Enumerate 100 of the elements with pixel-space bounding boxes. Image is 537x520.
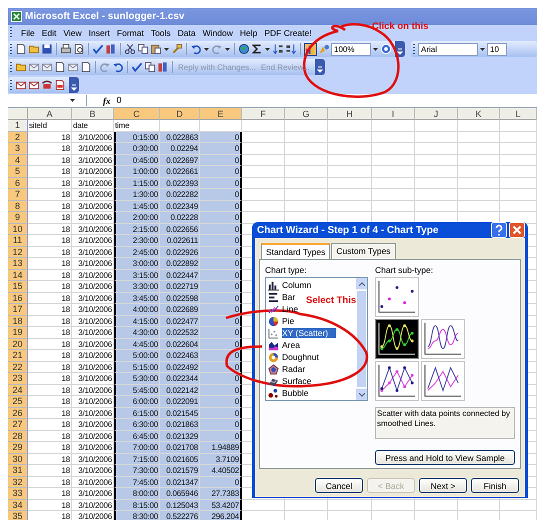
undo-icon[interactable] bbox=[190, 43, 202, 55]
toolbar-grip-handle[interactable] bbox=[10, 44, 12, 54]
menu-item[interactable]: Format bbox=[116, 28, 144, 38]
books-icon[interactable] bbox=[157, 61, 169, 73]
row-header[interactable]: 28 bbox=[8, 430, 28, 442]
row-header[interactable]: 17 bbox=[8, 304, 28, 316]
row-header[interactable]: 32 bbox=[8, 476, 28, 488]
drawing-icon[interactable] bbox=[318, 43, 330, 55]
scissors-icon[interactable] bbox=[124, 43, 136, 55]
sheet-heading[interactable]: G bbox=[285, 108, 328, 120]
row-header[interactable]: 29 bbox=[8, 442, 28, 454]
row-header[interactable]: 18 bbox=[8, 316, 28, 327]
list-item[interactable]: Bar bbox=[266, 291, 296, 303]
sheet-heading[interactable]: J bbox=[415, 108, 458, 120]
row-header[interactable]: 13 bbox=[8, 258, 28, 270]
brush-icon[interactable] bbox=[171, 43, 183, 55]
sheet-heading[interactable]: B bbox=[72, 108, 114, 120]
menu-item[interactable]: Tools bbox=[150, 28, 171, 38]
document-icon[interactable] bbox=[54, 61, 66, 73]
telephone-icon[interactable] bbox=[41, 79, 53, 91]
dropdown-arrow-icon[interactable] bbox=[225, 48, 230, 50]
dialog-button[interactable]: Cancel bbox=[315, 478, 363, 493]
list-item[interactable]: Pie bbox=[266, 315, 294, 327]
list-item[interactable]: Surface bbox=[266, 375, 312, 387]
toolbar-grip-handle[interactable] bbox=[413, 44, 415, 54]
row-header[interactable]: 33 bbox=[8, 488, 28, 500]
sheet-heading[interactable]: C bbox=[114, 108, 160, 120]
row-header[interactable]: 34 bbox=[8, 500, 28, 511]
row-header[interactable]: 31 bbox=[8, 465, 28, 476]
envelope-icon[interactable] bbox=[67, 61, 79, 73]
dropdown-arrow-icon[interactable] bbox=[265, 48, 270, 50]
row-header[interactable]: 19 bbox=[8, 327, 28, 338]
row-header[interactable]: 16 bbox=[8, 292, 28, 304]
copy-icon[interactable] bbox=[137, 43, 149, 55]
row-header[interactable]: 20 bbox=[8, 338, 28, 350]
sheet-heading[interactable]: L bbox=[500, 108, 537, 120]
list-item[interactable]: Column bbox=[266, 279, 312, 291]
function-label[interactable]: fx bbox=[87, 96, 114, 106]
sheet-heading[interactable]: D bbox=[160, 108, 200, 120]
books-icon[interactable] bbox=[105, 43, 117, 55]
scroll-up-button[interactable] bbox=[356, 278, 367, 289]
list-item[interactable]: Bubble bbox=[266, 387, 308, 399]
sheet-heading[interactable]: H bbox=[328, 108, 372, 120]
row-header[interactable]: 25 bbox=[8, 396, 28, 408]
document-icon[interactable] bbox=[15, 43, 27, 55]
row-header[interactable]: 12 bbox=[8, 246, 28, 258]
row-header[interactable]: 6 bbox=[8, 178, 28, 189]
document-icon[interactable] bbox=[54, 79, 66, 91]
row-header[interactable]: 1 bbox=[8, 120, 28, 132]
printer-icon[interactable] bbox=[60, 43, 72, 55]
row-header[interactable]: 26 bbox=[8, 408, 28, 419]
row-header[interactable]: 24 bbox=[8, 384, 28, 396]
chart-subtype-option[interactable] bbox=[421, 319, 465, 359]
folder-icon[interactable] bbox=[15, 61, 27, 73]
row-header[interactable]: 23 bbox=[8, 373, 28, 384]
sheet-heading[interactable]: A bbox=[28, 108, 72, 120]
scrollbar-thumb[interactable] bbox=[356, 290, 367, 388]
folder-icon[interactable] bbox=[28, 43, 40, 55]
close-icon[interactable] bbox=[509, 222, 525, 238]
envelope-icon[interactable] bbox=[28, 79, 40, 91]
sort-ascending-icon[interactable] bbox=[272, 43, 284, 55]
dialog-button[interactable]: Next > bbox=[419, 478, 467, 493]
clipboard-icon[interactable] bbox=[150, 43, 162, 55]
toolbar-grip-handle[interactable] bbox=[10, 27, 12, 38]
menu-item[interactable]: Help bbox=[240, 28, 258, 38]
row-header[interactable]: 4 bbox=[8, 154, 28, 166]
font-size-field[interactable]: 10 bbox=[487, 42, 507, 56]
row-header[interactable]: 30 bbox=[8, 454, 28, 465]
toolbar-grip-handle[interactable] bbox=[10, 62, 12, 72]
zoom-field[interactable]: 100% bbox=[331, 42, 371, 56]
toolbar-options-icon[interactable] bbox=[69, 77, 79, 93]
list-item[interactable]: Area bbox=[266, 339, 300, 351]
copy-icon[interactable] bbox=[144, 61, 156, 73]
row-header[interactable]: 10 bbox=[8, 224, 28, 235]
sort-descending-icon[interactable] bbox=[285, 43, 297, 55]
row-header[interactable]: 21 bbox=[8, 350, 28, 362]
font-field[interactable]: Arial bbox=[418, 42, 478, 56]
dialog-button[interactable]: Finish bbox=[471, 478, 519, 493]
envelope-icon[interactable] bbox=[41, 61, 53, 73]
globe-icon[interactable] bbox=[238, 43, 250, 55]
toolbar-grip-handle[interactable] bbox=[10, 80, 12, 90]
toolbar-options-icon[interactable] bbox=[314, 59, 325, 75]
menu-item[interactable]: View bbox=[63, 28, 82, 38]
print-preview-icon[interactable] bbox=[73, 43, 85, 55]
checkmark-icon[interactable] bbox=[92, 43, 104, 55]
menu-item[interactable]: Insert bbox=[88, 28, 110, 38]
row-header[interactable]: 8 bbox=[8, 200, 28, 212]
sheet-heading[interactable]: F bbox=[242, 108, 285, 120]
envelope-icon[interactable] bbox=[15, 79, 27, 91]
undo-icon[interactable] bbox=[112, 61, 124, 73]
list-item[interactable]: Radar bbox=[266, 363, 306, 375]
sheet-heading[interactable]: K bbox=[458, 108, 500, 120]
row-header[interactable]: 15 bbox=[8, 281, 28, 292]
scroll-down-button[interactable] bbox=[356, 389, 367, 400]
row-header[interactable]: 5 bbox=[8, 166, 28, 178]
row-header[interactable]: 9 bbox=[8, 212, 28, 224]
menu-item[interactable]: Edit bbox=[42, 28, 56, 38]
menu-item[interactable]: File bbox=[21, 28, 35, 38]
row-header[interactable]: 2 bbox=[8, 132, 28, 143]
sheet-heading[interactable]: I bbox=[372, 108, 415, 120]
